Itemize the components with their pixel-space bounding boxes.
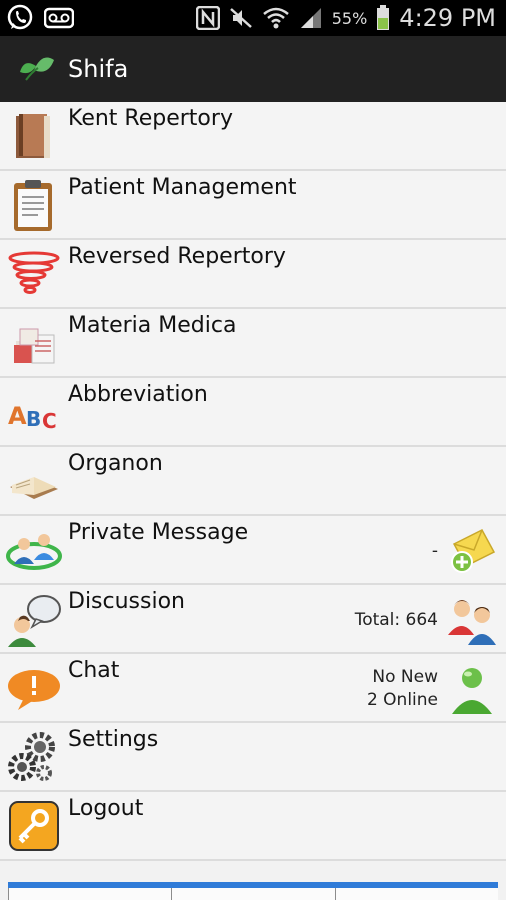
key-icon [9,801,59,851]
discussion-total: Total: 664 [354,610,438,630]
menu-item-materia-medica[interactable]: Materia Medica [0,309,506,378]
app-action-bar: Shifa [0,36,506,102]
battery-icon [377,5,390,30]
menu-item-label: Private Message [68,520,249,545]
menu-item-abbreviation[interactable]: A B C Abbreviation [0,378,506,447]
online-user-icon [452,668,492,714]
users-network-icon [6,534,62,570]
menu-item-discussion[interactable]: Discussion Total: 664 [0,585,506,654]
papers-icon [14,328,55,364]
envelope-add-icon[interactable] [444,522,500,578]
menu-item-label: Kent Repertory [68,106,233,131]
menu-item-logout[interactable]: Logout [0,792,506,861]
bottom-tab[interactable] [8,888,171,900]
bottom-tab-strip [8,882,498,900]
app-title: Shifa [68,55,129,83]
chat-online-count: 2 Online [366,690,438,710]
clock: 4:29 PM [399,4,496,32]
menu-item-label: Settings [68,727,159,752]
signal-icon [300,8,321,28]
open-book-icon [10,477,58,499]
status-system: 55% 4:29 PM [195,0,496,36]
svg-text:B: B [26,407,41,431]
menu-item-private-message[interactable]: Private Message - [0,516,506,585]
status-bar: 55% 4:29 PM [0,0,506,36]
speech-person-icon [8,595,61,647]
svg-text:A: A [8,402,27,430]
book-icon [16,114,50,158]
status-notifications [6,4,74,32]
menu-item-label: Logout [68,796,144,821]
nfc-icon [195,6,220,30]
two-people-icon [448,600,496,645]
voicemail-icon [44,7,74,29]
menu-item-settings[interactable]: Settings [0,723,506,792]
menu-item-label: Chat [68,658,120,683]
menu-item-kent-repertory[interactable]: Kent Repertory [0,102,506,171]
gears-icon [8,732,55,781]
svg-text:C: C [42,409,57,433]
clipboard-icon [14,180,52,231]
abc-icon: A B C [8,402,57,433]
bottom-tab[interactable] [334,888,498,900]
bottom-tab[interactable] [171,888,334,900]
mute-icon [229,8,252,28]
tornado-icon [8,251,60,294]
battery-percent: 55% [331,8,368,28]
menu-item-reversed-repertory[interactable]: Reversed Repertory [0,240,506,309]
menu-item-label: Reversed Repertory [68,244,286,269]
chat-bubble-icon [8,670,60,710]
whatsapp-icon [7,4,33,30]
menu-item-label: Discussion [68,589,185,614]
main-menu: Kent Repertory Patient Management Revers… [0,102,506,861]
menu-item-label: Abbreviation [68,382,208,407]
leaf-icon[interactable] [18,54,56,84]
menu-item-chat[interactable]: Chat No New 2 Online [0,654,506,723]
wifi-icon [262,7,289,29]
chat-status: No New 2 Online [367,666,438,712]
private-message-count: - [431,541,438,561]
chat-new-status: No New [372,667,438,687]
menu-item-organon[interactable]: Organon [0,447,506,516]
menu-item-label: Organon [68,451,163,476]
menu-item-label: Materia Medica [68,313,237,338]
menu-item-patient-management[interactable]: Patient Management [0,171,506,240]
menu-item-label: Patient Management [68,175,297,200]
